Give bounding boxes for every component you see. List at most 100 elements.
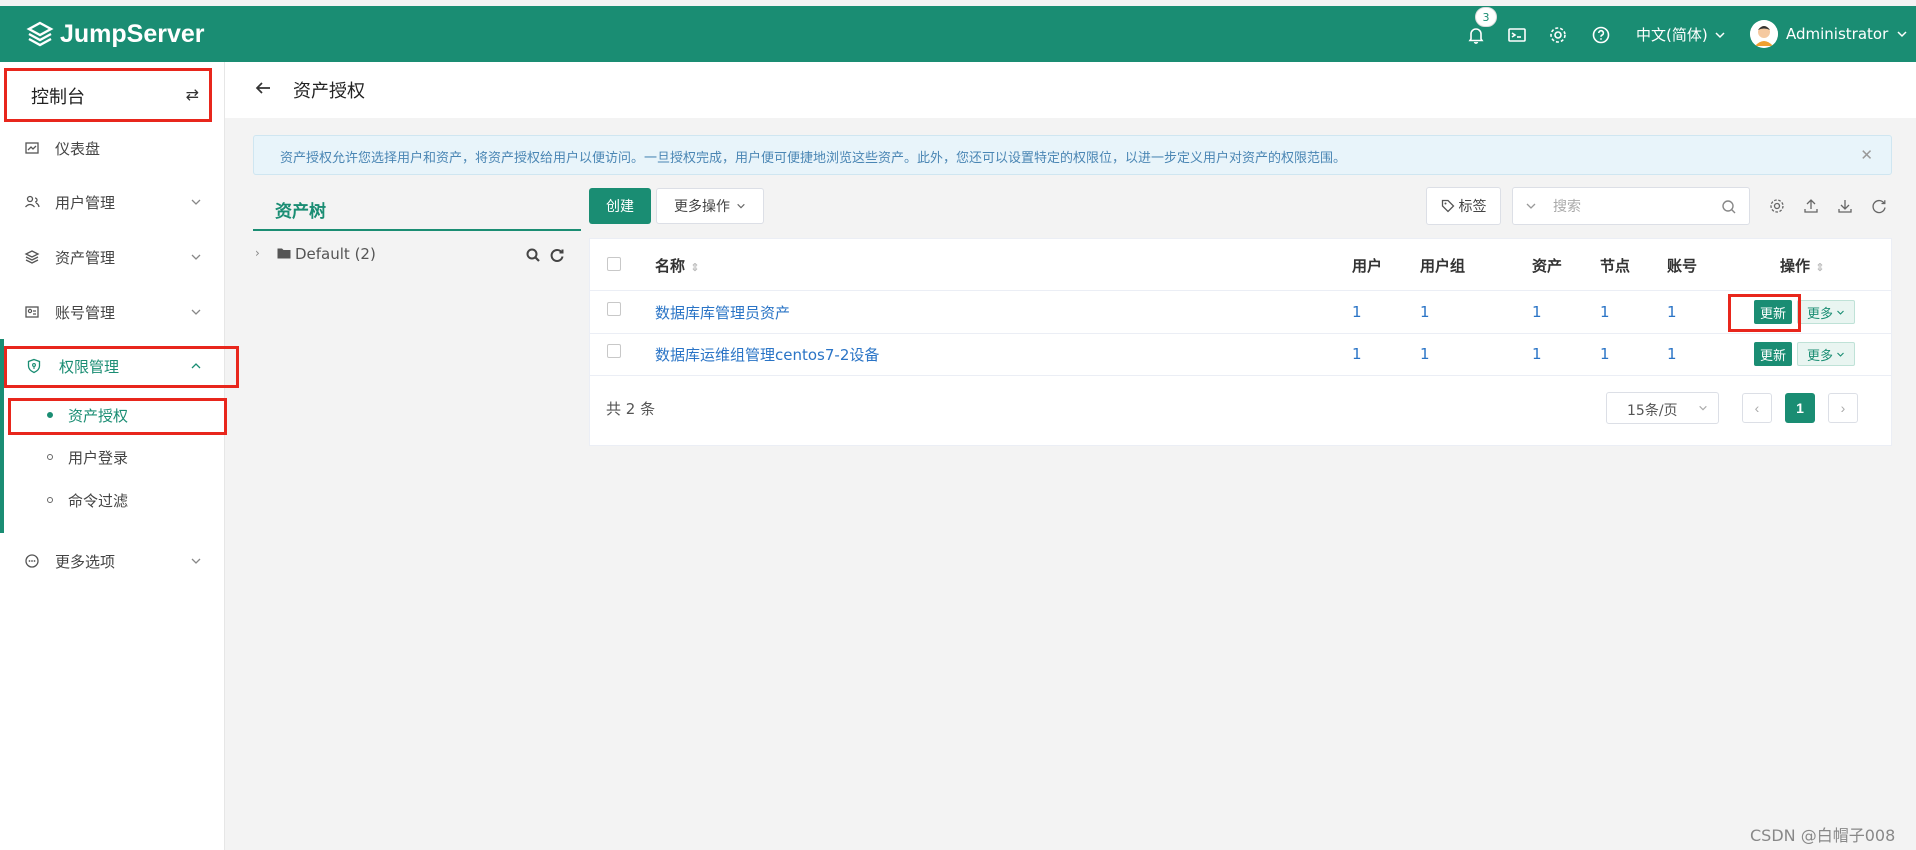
- next-page-button[interactable]: ›: [1828, 393, 1858, 423]
- refresh-icon[interactable]: [1870, 197, 1888, 215]
- sidebar-item-label: 资产管理: [55, 248, 116, 267]
- page-size-label: 15条/页: [1627, 403, 1678, 419]
- column-header-user-groups: 用户组: [1420, 257, 1466, 275]
- search-input[interactable]: [1553, 197, 1713, 217]
- language-selector[interactable]: 中文(简体): [1636, 24, 1726, 45]
- header-label: 名称: [655, 257, 686, 275]
- sidebar-subitem-label: 用户登录: [68, 448, 129, 467]
- tree-node-default[interactable]: › Default (2): [253, 243, 581, 267]
- user-groups-count[interactable]: 1: [1420, 303, 1430, 321]
- chevron-down-icon: [1699, 405, 1707, 411]
- notification-badge: 3: [1475, 7, 1497, 27]
- sidebar-subitem-command-filter[interactable]: 命令过滤: [0, 480, 225, 520]
- user-groups-count[interactable]: 1: [1420, 345, 1430, 363]
- dashboard-icon: [25, 142, 39, 154]
- highlight-box: [1728, 294, 1801, 332]
- page-header: 资产授权: [225, 62, 1916, 118]
- page-number-button[interactable]: 1: [1785, 393, 1815, 423]
- column-header-assets: 资产: [1532, 257, 1563, 275]
- download-icon[interactable]: [1836, 197, 1854, 215]
- chevron-down-icon: [737, 203, 745, 209]
- search-box[interactable]: [1512, 187, 1750, 225]
- row-checkbox[interactable]: [607, 344, 621, 358]
- sidebar-item-dashboard[interactable]: 仪表盘: [0, 128, 225, 168]
- close-icon[interactable]: ✕: [1860, 146, 1873, 164]
- language-label: 中文(简体): [1636, 26, 1708, 44]
- settings-icon[interactable]: [1768, 197, 1786, 215]
- sidebar-subitem-label: 命令过滤: [68, 491, 129, 510]
- more-actions-label: 更多操作: [674, 199, 730, 215]
- more-label: 更多: [1806, 306, 1833, 322]
- row-checkbox[interactable]: [607, 302, 621, 316]
- sort-icon[interactable]: ⇕: [1815, 261, 1824, 274]
- terminal-icon[interactable]: [1507, 25, 1527, 45]
- sidebar-item-label: 更多选项: [55, 552, 116, 571]
- prev-page-button[interactable]: ‹: [1742, 393, 1772, 423]
- refresh-icon[interactable]: [549, 247, 565, 263]
- assets-count[interactable]: 1: [1532, 345, 1542, 363]
- more-dropdown-button[interactable]: 更多: [1797, 342, 1855, 366]
- logo-text: JumpServer: [60, 20, 205, 48]
- sidebar-item-label: 仪表盘: [55, 139, 101, 158]
- bell-icon[interactable]: [1466, 25, 1486, 45]
- chevron-down-icon: [1837, 310, 1844, 315]
- user-menu[interactable]: Administrator: [1750, 20, 1908, 48]
- accounts-count[interactable]: 1: [1667, 303, 1677, 321]
- permission-name-link[interactable]: 数据库运维组管理centos7-2设备: [655, 344, 879, 365]
- more-actions-dropdown[interactable]: 更多操作: [656, 188, 764, 224]
- jumpserver-logo-icon: [26, 21, 54, 46]
- chevron-down-icon: [191, 309, 201, 315]
- chevron-down-icon[interactable]: [1525, 200, 1537, 212]
- column-header-nodes: 节点: [1600, 257, 1631, 275]
- nodes-count[interactable]: 1: [1600, 303, 1610, 321]
- sidebar-subitem-user-login[interactable]: 用户登录: [0, 437, 225, 477]
- users-icon: [25, 195, 40, 208]
- console-switcher[interactable]: 控制台 ⇄: [4, 68, 212, 122]
- select-all-checkbox[interactable]: [607, 257, 621, 271]
- chevron-down-icon: [1837, 352, 1844, 357]
- assets-icon: [24, 250, 40, 264]
- update-button[interactable]: 更新: [1754, 342, 1792, 366]
- tab-asset-tree[interactable]: 资产树: [253, 185, 581, 231]
- nodes-count[interactable]: 1: [1600, 345, 1610, 363]
- settings-icon[interactable]: [1548, 25, 1568, 45]
- column-header-name[interactable]: 名称 ⇕: [655, 255, 699, 276]
- column-header-accounts: 账号: [1667, 257, 1698, 275]
- back-arrow-icon[interactable]: [253, 78, 273, 98]
- permission-name-link[interactable]: 数据库库管理员资产: [655, 302, 790, 323]
- more-label: 更多: [1806, 348, 1833, 364]
- column-header-users: 用户: [1352, 257, 1383, 275]
- users-count[interactable]: 1: [1352, 303, 1362, 321]
- tag-filter-button[interactable]: 标签: [1426, 187, 1501, 225]
- info-text: 资产授权允许您选择用户和资产，将资产授权给用户以便访问。一旦授权完成，用户便可便…: [280, 151, 1347, 166]
- chevron-down-icon: [191, 558, 201, 564]
- chevron-down-icon: [1715, 31, 1725, 38]
- console-label: 控制台: [31, 87, 85, 108]
- sidebar-item-more[interactable]: 更多选项: [0, 541, 225, 581]
- total-count: 共 2 条: [606, 400, 656, 418]
- help-icon[interactable]: [1591, 25, 1611, 45]
- tag-icon: [1441, 199, 1454, 213]
- sidebar-item-label: 用户管理: [55, 193, 116, 212]
- sidebar-item-users[interactable]: 用户管理: [0, 182, 225, 222]
- upload-icon[interactable]: [1802, 197, 1820, 215]
- sidebar-item-assets[interactable]: 资产管理: [0, 237, 225, 277]
- sidebar-item-accounts[interactable]: 账号管理: [0, 292, 225, 332]
- chevron-down-icon: [1897, 31, 1907, 38]
- accounts-count[interactable]: 1: [1667, 345, 1677, 363]
- column-header-actions[interactable]: 操作 ⇕: [1780, 255, 1824, 276]
- more-dropdown-button[interactable]: 更多: [1797, 300, 1855, 324]
- chevron-right-icon[interactable]: ›: [255, 246, 260, 260]
- swap-icon[interactable]: ⇄: [186, 85, 199, 104]
- asset-tree-panel: 资产树 › Default (2): [253, 185, 581, 850]
- assets-count[interactable]: 1: [1532, 303, 1542, 321]
- users-count[interactable]: 1: [1352, 345, 1362, 363]
- top-navbar: JumpServer 3 中文(简体) Administrator: [0, 6, 1916, 62]
- search-icon[interactable]: [1721, 199, 1737, 215]
- logo[interactable]: JumpServer: [26, 20, 205, 49]
- create-button[interactable]: 创建: [589, 188, 651, 224]
- highlight-box: [4, 346, 239, 388]
- search-icon[interactable]: [525, 247, 541, 263]
- page-size-select[interactable]: 15条/页: [1606, 392, 1719, 424]
- sort-icon[interactable]: ⇕: [690, 261, 699, 274]
